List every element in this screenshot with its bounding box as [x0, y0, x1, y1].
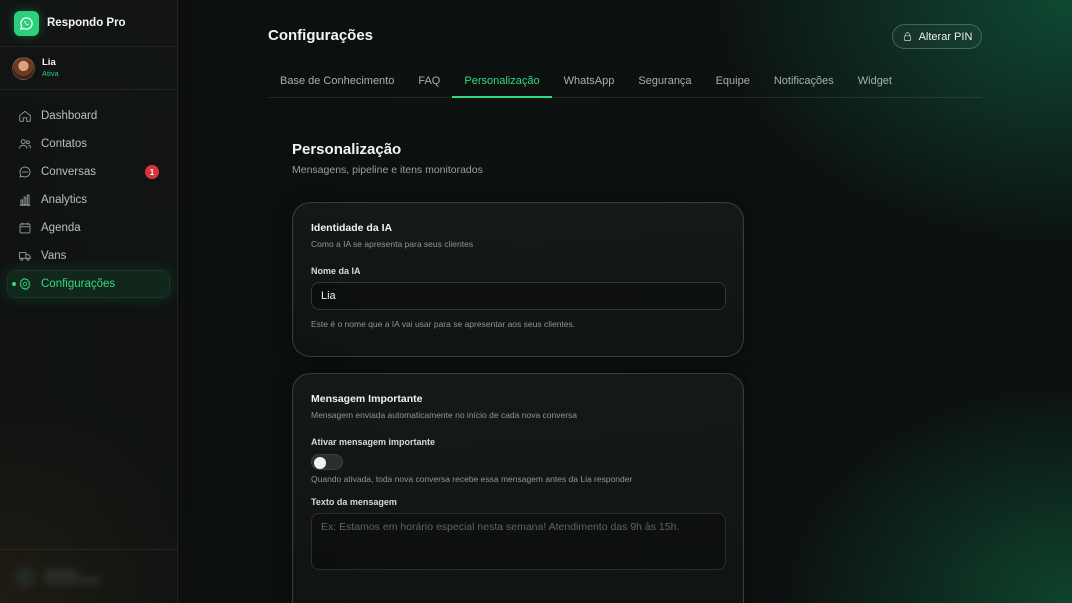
- gear-icon: [19, 277, 31, 291]
- tab-whatsapp[interactable]: WhatsApp: [552, 66, 627, 98]
- active-indicator: [12, 282, 16, 286]
- sidebar-item-configuracoes[interactable]: Configurações: [7, 270, 170, 298]
- footer-account: [44, 567, 100, 586]
- user-status: Ativa: [42, 69, 59, 78]
- sidebar-item-label: Dashboard: [41, 110, 98, 122]
- tab-equipe[interactable]: Equipe: [704, 66, 762, 98]
- users-icon: [19, 139, 31, 149]
- sidebar-item-contatos[interactable]: Contatos: [7, 130, 170, 158]
- page-title: Configurações: [268, 27, 374, 44]
- message-text-label: Texto da mensagem: [311, 497, 397, 507]
- card-description: Como a IA se apresenta para seus cliente…: [311, 239, 474, 249]
- sidebar-item-agenda[interactable]: Agenda: [7, 214, 170, 242]
- settings-tabs: Base de Conhecimento FAQ Personalização …: [268, 66, 982, 98]
- truck-icon: [19, 252, 31, 261]
- sidebar-item-label: Configurações: [41, 278, 116, 290]
- sidebar-item-label: Analytics: [41, 194, 88, 206]
- section-subtitle: Mensagens, pipeline e itens monitorados: [292, 164, 483, 176]
- app-name: Respondo Pro: [47, 17, 126, 29]
- sidebar: Respondo Pro Lia Ativa Dashboard Contato…: [0, 0, 178, 603]
- tab-notificacoes[interactable]: Notificações: [762, 66, 846, 98]
- ai-name-label: Nome da IA: [311, 266, 361, 276]
- avatar: [12, 56, 35, 80]
- home-icon: [19, 110, 31, 122]
- bar-chart-icon: [19, 194, 31, 206]
- change-pin-button[interactable]: Alterar PIN: [892, 24, 982, 49]
- toggle-label: Ativar mensagem importante: [311, 437, 436, 447]
- card-description: Mensagem enviada automaticamente no iníc…: [311, 410, 578, 420]
- message-textarea[interactable]: Ex: Estamos em horário especial nesta se…: [311, 513, 726, 570]
- sidebar-item-dashboard[interactable]: Dashboard: [7, 102, 170, 130]
- user-name: Lia: [42, 57, 56, 68]
- tab-personalizacao[interactable]: Personalização: [452, 66, 552, 98]
- user-profile[interactable]: Lia Ativa: [0, 47, 177, 90]
- sidebar-item-analytics[interactable]: Analytics: [7, 186, 170, 214]
- change-pin-label: Alterar PIN: [918, 30, 973, 43]
- footer-avatar: [14, 565, 36, 588]
- ai-identity-card: Identidade da IA Como a IA se apresenta …: [292, 202, 744, 357]
- important-message-toggle[interactable]: [311, 454, 343, 470]
- sidebar-item-vans[interactable]: Vans: [7, 242, 170, 270]
- sidebar-item-label: Vans: [41, 250, 67, 262]
- calendar-icon: [19, 222, 31, 234]
- ai-name-input[interactable]: Lia: [311, 282, 726, 310]
- unread-badge: 1: [145, 165, 159, 179]
- tab-base-de-conhecimento[interactable]: Base de Conhecimento: [268, 66, 406, 98]
- card-title: Identidade da IA: [311, 222, 393, 234]
- tab-seguranca[interactable]: Segurança: [626, 66, 703, 98]
- main-content: Configurações Alterar PIN Base de Conhec…: [178, 0, 1072, 603]
- toggle-knob: [314, 456, 326, 469]
- whatsapp-logo-icon: [14, 10, 39, 36]
- sidebar-nav: Dashboard Contatos Conversas 1 Analytics…: [0, 90, 177, 298]
- sidebar-item-conversas[interactable]: Conversas 1: [7, 158, 170, 186]
- tab-widget[interactable]: Widget: [846, 66, 904, 98]
- sidebar-item-label: Agenda: [41, 222, 81, 234]
- chat-icon: [19, 166, 31, 178]
- sidebar-footer[interactable]: [0, 549, 178, 603]
- card-title: Mensagem Importante: [311, 393, 423, 405]
- section-title: Personalização: [292, 141, 402, 158]
- tab-faq[interactable]: FAQ: [406, 66, 452, 98]
- brand[interactable]: Respondo Pro: [0, 0, 177, 47]
- sidebar-item-label: Conversas: [41, 166, 96, 178]
- sidebar-item-label: Contatos: [41, 138, 88, 150]
- toggle-hint: Quando ativada, toda nova conversa receb…: [311, 474, 633, 484]
- lock-icon: [903, 32, 911, 41]
- ai-name-hint: Este é o nome que a IA vai usar para se …: [311, 319, 576, 329]
- important-message-card: Mensagem Importante Mensagem enviada aut…: [292, 373, 744, 603]
